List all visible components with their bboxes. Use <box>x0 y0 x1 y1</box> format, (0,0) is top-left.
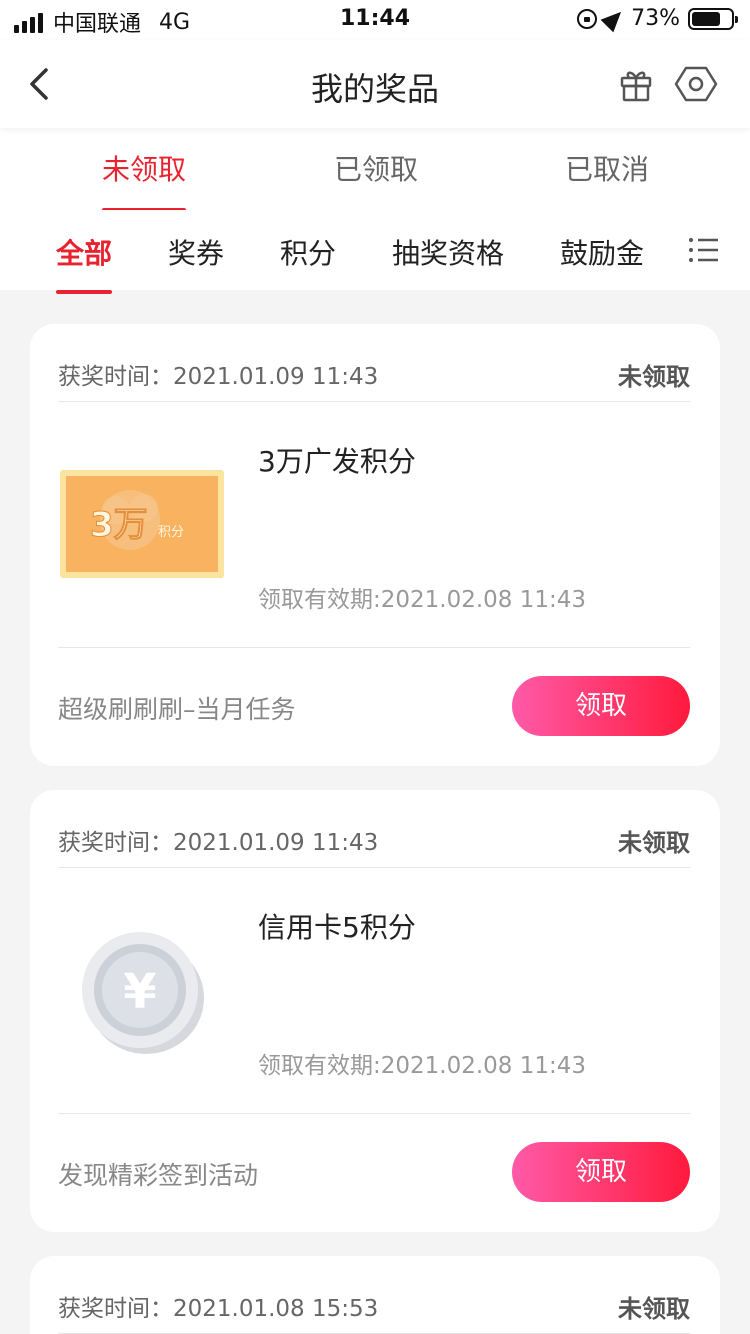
location-icon <box>600 5 628 32</box>
tab-label: 已领取 <box>334 153 419 186</box>
settings-button[interactable] <box>674 62 718 106</box>
list-icon <box>689 238 718 262</box>
tab-label: 未领取 <box>102 153 187 186</box>
divider <box>58 1113 690 1114</box>
list-menu-button[interactable] <box>688 236 720 264</box>
battery-icon <box>688 7 738 30</box>
status-badge: 未领取 <box>618 362 690 391</box>
category-tabs: 全部 奖券 积分 抽奖资格 鼓励金 <box>0 210 750 294</box>
win-time: 获奖时间：2021.01.09 11:43 <box>58 364 379 390</box>
tab-label: 已取消 <box>565 153 650 186</box>
tab-all[interactable]: 全部 <box>56 232 113 294</box>
expiry-date: 领取有效期:2021.02.08 11:43 <box>258 587 587 613</box>
win-time: 获奖时间：2021.01.09 11:43 <box>58 830 379 856</box>
expiry-date: 领取有效期:2021.02.08 11:43 <box>258 1053 587 1079</box>
divider <box>58 647 690 648</box>
prize-source: 超级刷刷刷–当月任务 <box>58 695 296 724</box>
status-badge: 未领取 <box>618 828 690 857</box>
gift-button[interactable] <box>616 64 656 104</box>
tab-claimed[interactable]: 已领取 <box>334 148 418 188</box>
tab-unclaimed[interactable]: 未领取 <box>102 148 187 212</box>
tab-label: 奖券 <box>168 237 225 270</box>
tab-coupons[interactable]: 奖券 <box>168 232 224 272</box>
tab-points[interactable]: 积分 <box>280 232 336 272</box>
tab-label: 全部 <box>56 237 113 270</box>
tab-label: 抽奖资格 <box>392 237 505 270</box>
claim-button[interactable]: 领取 <box>512 676 690 736</box>
status-bar: 中国联通 4G 11:44 73% <box>0 0 750 40</box>
claim-button[interactable]: 领取 <box>512 1142 690 1202</box>
divider <box>58 401 690 402</box>
points-voucher-image: 3万 积分 <box>58 464 228 584</box>
status-tabs: 未领取 已领取 已取消 <box>0 128 750 212</box>
tab-cancelled[interactable]: 已取消 <box>565 148 649 188</box>
yuan-symbol: ¥ <box>123 964 156 1020</box>
voucher-unit: 积分 <box>158 525 184 540</box>
prize-card: 获奖时间：2021.01.08 15:53 未领取 <box>30 1256 720 1334</box>
win-time: 获奖时间：2021.01.08 15:53 <box>58 1296 379 1322</box>
tab-label: 鼓励金 <box>560 237 645 270</box>
settings-icon <box>674 66 718 102</box>
prize-card: 获奖时间：2021.01.09 11:43 未领取 ¥ 信用卡5积分 领取有效期… <box>30 790 720 1232</box>
prize-card: 获奖时间：2021.01.09 11:43 未领取 3万 积分 3万广发积分 领… <box>30 324 720 766</box>
prize-name: 3万广发积分 <box>258 445 416 478</box>
voucher-amount: 3万 <box>90 505 148 545</box>
prize-name: 信用卡5积分 <box>258 911 416 944</box>
rotation-lock-icon <box>577 8 598 29</box>
nav-bar: 我的奖品 <box>0 40 750 128</box>
coin-icon: ¥ <box>78 926 208 1056</box>
tab-lottery[interactable]: 抽奖资格 <box>392 232 504 272</box>
status-badge: 未领取 <box>618 1294 690 1323</box>
battery-percent: 73% <box>631 6 680 31</box>
gift-icon <box>620 71 652 102</box>
prize-source: 发现精彩签到活动 <box>58 1161 259 1190</box>
active-tab-indicator <box>56 290 113 294</box>
divider <box>58 867 690 868</box>
tab-label: 积分 <box>280 237 337 270</box>
tab-rewards[interactable]: 鼓励金 <box>560 232 644 272</box>
